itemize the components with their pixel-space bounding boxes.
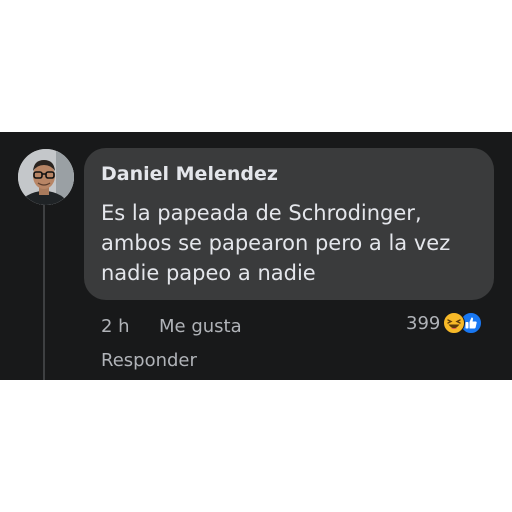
haha-icon: [443, 312, 466, 334]
reply-button[interactable]: Responder: [101, 350, 197, 371]
comment-line: nadie papeo a nadie: [101, 261, 316, 285]
comment-panel: Daniel Melendez Es la papeada de Schrodi…: [0, 132, 512, 380]
thread-line: [43, 202, 45, 380]
avatar-photo: [18, 149, 74, 205]
comment-timestamp[interactable]: 2 h: [101, 316, 130, 337]
reaction-summary[interactable]: 399: [406, 310, 483, 336]
like-button[interactable]: Me gusta: [159, 316, 242, 337]
reaction-count: 399: [406, 312, 441, 334]
comment-line: Es la papeada de Schrodinger,: [101, 201, 422, 225]
comment-author[interactable]: Daniel Melendez: [101, 163, 278, 185]
comment-bubble: Daniel Melendez Es la papeada de Schrodi…: [84, 148, 494, 300]
comment-line: ambos se papearon pero a la vez: [101, 231, 451, 255]
avatar[interactable]: [18, 149, 74, 205]
comment-text: Es la papeada de Schrodinger, ambos se p…: [101, 198, 481, 288]
